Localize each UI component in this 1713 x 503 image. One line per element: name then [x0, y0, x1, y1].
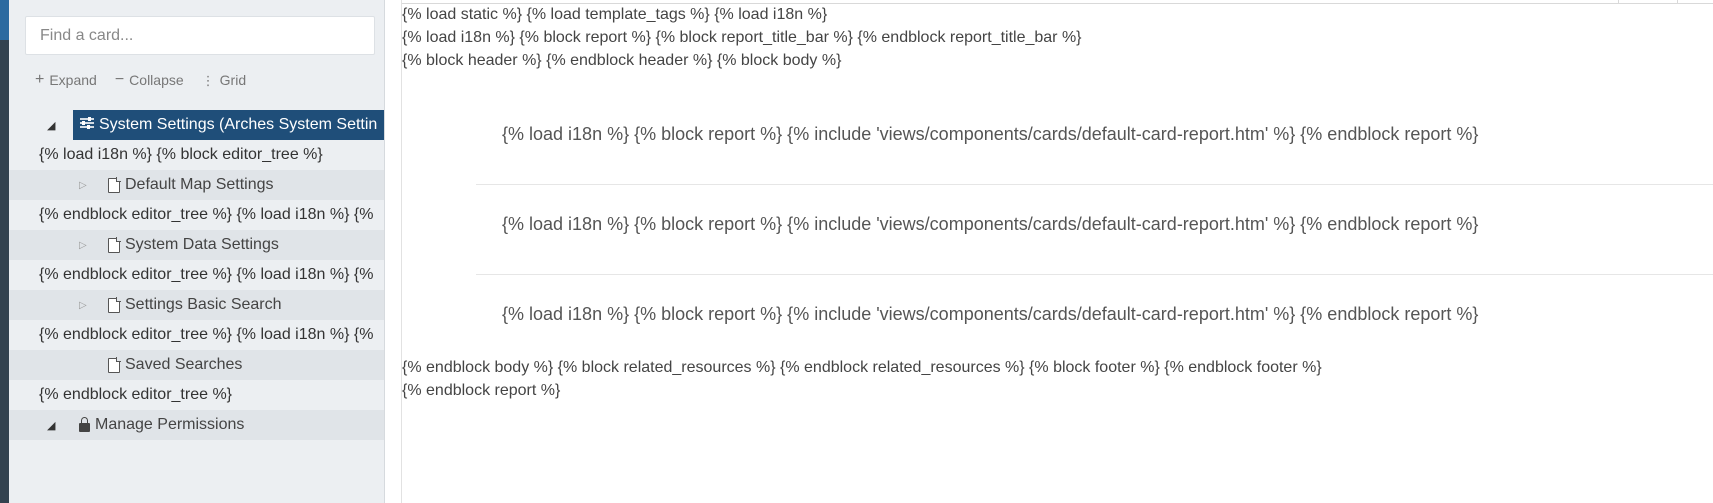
tree-template-text: {% endblock editor_tree %} {% load i18n …	[39, 206, 374, 223]
pane-divider	[401, 0, 402, 503]
vertical-ellipsis-icon: ⋮	[201, 72, 215, 88]
caret-collapsed-icon[interactable]: ▷	[79, 240, 87, 251]
plus-icon: +	[35, 71, 45, 88]
caret-collapsed-icon[interactable]: ▷	[79, 180, 87, 191]
expand-label: Expand	[49, 72, 97, 88]
lock-icon	[79, 416, 90, 432]
tree-toolbar: + Expand − Collapse ⋮ Grid	[35, 71, 246, 89]
file-icon	[108, 237, 121, 253]
top-border	[402, 3, 1713, 4]
card-search-box[interactable]	[25, 16, 375, 55]
report-template-line: {% load static %} {% load template_tags …	[402, 6, 828, 23]
node-label: Settings Basic Search	[125, 296, 282, 313]
node-label-wrap: Default Map Settings	[108, 176, 274, 194]
file-icon	[108, 357, 121, 373]
node-label: Manage Permissions	[95, 416, 245, 433]
card-report-line: {% load i18n %} {% block report %} {% in…	[502, 304, 1479, 324]
grid-button[interactable]: ⋮ Grid	[202, 72, 246, 88]
top-tick	[1677, 0, 1678, 4]
app-nav-strip	[0, 0, 9, 503]
file-icon	[108, 177, 121, 193]
tree-node-manage-permissions[interactable]: ◢ Manage Permissions	[9, 410, 384, 440]
card-report-line: {% load i18n %} {% block report %} {% in…	[502, 124, 1479, 144]
tree-node-system-data-settings[interactable]: ▷ System Data Settings	[9, 230, 384, 260]
node-label-wrap: Settings Basic Search	[108, 296, 282, 314]
sliders-icon	[79, 116, 95, 135]
selected-node-label: System Settings (Arches System Settin	[99, 116, 378, 133]
report-preview-pane	[386, 0, 1713, 503]
selected-root-node[interactable]: System Settings (Arches System Settin	[73, 110, 384, 140]
card-search-input[interactable]	[26, 17, 374, 54]
collapse-button[interactable]: − Collapse	[114, 71, 184, 89]
node-label-wrap: Saved Searches	[108, 356, 242, 374]
collapse-label: Collapse	[129, 72, 184, 88]
card-tree-sidebar: + Expand − Collapse ⋮ Grid ◢	[9, 0, 385, 503]
node-label-wrap: System Data Settings	[108, 236, 279, 254]
grid-label: Grid	[219, 72, 247, 88]
caret-expanded-icon[interactable]: ◢	[47, 119, 55, 132]
tree-template-text: {% endblock editor_tree %} {% load i18n …	[39, 326, 374, 343]
caret-expanded-icon[interactable]: ◢	[47, 419, 55, 432]
report-template-line: {% block header %} {% endblock header %}…	[402, 52, 842, 69]
top-tick	[1618, 0, 1619, 4]
node-label: Saved Searches	[125, 356, 243, 373]
tree-node-default-map-settings[interactable]: ▷ Default Map Settings	[9, 170, 384, 200]
node-label: Default Map Settings	[125, 176, 274, 193]
tree-template-text: {% load i18n %} {% block editor_tree %}	[39, 146, 323, 163]
minus-icon: −	[114, 71, 125, 88]
card-report-line: {% load i18n %} {% block report %} {% in…	[502, 214, 1479, 234]
tree-node-settings-basic-search[interactable]: ▷ Settings Basic Search	[9, 290, 384, 320]
tree-template-text: {% endblock editor_tree %}	[39, 386, 233, 403]
tree-root-row[interactable]: ◢ System Settings (Arches System Settin	[9, 110, 384, 140]
file-icon	[108, 297, 121, 313]
expand-button[interactable]: + Expand	[35, 71, 97, 89]
card-separator	[476, 274, 1713, 275]
card-tree: ◢ System Settings (Arches System Settin …	[9, 110, 384, 440]
caret-collapsed-icon[interactable]: ▷	[79, 300, 87, 311]
tree-template-text: {% endblock editor_tree %} {% load i18n …	[39, 266, 374, 283]
node-label-wrap: Manage Permissions	[79, 416, 244, 434]
report-template-line: {% endblock body %} {% block related_res…	[402, 359, 1322, 376]
card-separator	[476, 184, 1713, 185]
report-template-line: {% endblock report %}	[402, 382, 561, 399]
report-template-line: {% load i18n %} {% block report %} {% bl…	[402, 29, 1082, 46]
node-label: System Data Settings	[125, 236, 279, 253]
tree-node-saved-searches[interactable]: Saved Searches	[9, 350, 384, 380]
